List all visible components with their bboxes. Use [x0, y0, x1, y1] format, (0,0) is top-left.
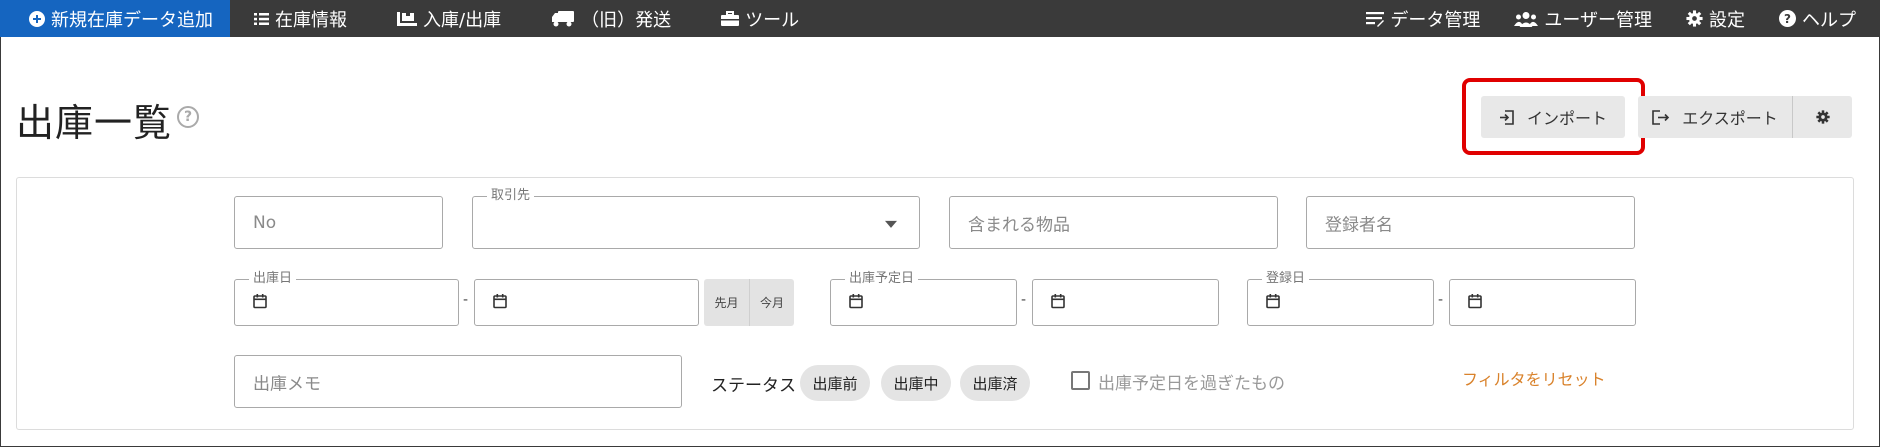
items-input[interactable]: 含まれる物品	[949, 196, 1278, 249]
registered-date-from[interactable]: 登録日	[1247, 271, 1434, 326]
status-chip-in-progress[interactable]: 出庫中	[881, 365, 951, 401]
overdue-label: 出庫予定日を過ぎたもの	[1098, 374, 1285, 394]
calendar-icon	[253, 293, 267, 312]
help-icon-glyph: ?	[183, 109, 193, 125]
ship-date-label: 出庫日	[249, 271, 297, 287]
scheduled-date-separator: -	[1021, 292, 1027, 308]
last-month-button[interactable]: 先月	[704, 279, 749, 326]
nav-new-item-label: 新規在庫データ追加	[51, 9, 213, 31]
nav-old-shipping-label: （旧）発送	[581, 9, 672, 31]
nav-data-mgmt[interactable]: データ管理	[1366, 0, 1480, 37]
export-button-group: エクスポート	[1638, 96, 1852, 138]
nav-user-mgmt-label: ユーザー管理	[1544, 9, 1652, 31]
scheduled-date-from[interactable]: 出庫予定日	[830, 271, 1017, 326]
registered-date-to[interactable]	[1449, 279, 1636, 326]
status-chip-before[interactable]: 出庫前	[800, 365, 870, 401]
gear-icon	[1815, 110, 1830, 124]
nav-settings[interactable]: 設定	[1686, 0, 1745, 37]
calendar-icon	[1468, 293, 1482, 312]
reset-filter-link[interactable]: フィルタをリセット	[1462, 366, 1606, 390]
page-title: 出庫一覧	[16, 101, 173, 145]
plus-circle-icon	[29, 10, 45, 27]
ship-date-from[interactable]: 出庫日	[234, 271, 459, 326]
export-label: エクスポート	[1682, 109, 1778, 128]
registered-date-separator: -	[1438, 292, 1444, 308]
nav-settings-label: 設定	[1709, 9, 1745, 31]
calendar-icon	[849, 293, 863, 312]
this-month-button[interactable]: 今月	[749, 279, 794, 326]
ship-date-separator: -	[463, 292, 469, 308]
nav-help[interactable]: ? ヘルプ	[1779, 0, 1856, 37]
gear-icon	[1686, 10, 1703, 27]
memo-input[interactable]: 出庫メモ	[234, 355, 682, 408]
status-label: ステータス	[711, 376, 796, 396]
partner-select[interactable]: 取引先	[472, 188, 920, 249]
export-settings-button[interactable]	[1793, 96, 1852, 138]
scheduled-date-label: 出庫予定日	[845, 271, 919, 287]
month-shortcut-group: 先月 今月	[704, 279, 794, 326]
registrant-placeholder: 登録者名	[1325, 215, 1393, 235]
export-button[interactable]: エクスポート	[1638, 96, 1793, 138]
nav-tools-label: ツール	[745, 9, 800, 31]
nav-stock-info[interactable]: 在庫情報	[254, 0, 347, 37]
nav-stock-info-label: 在庫情報	[275, 9, 347, 31]
nav-tools[interactable]: ツール	[721, 0, 799, 37]
nav-right-group: データ管理 ユーザー管理 設定 ? ヘルプ	[1366, 0, 1880, 37]
truck-icon	[551, 10, 575, 27]
svg-text:?: ?	[1784, 12, 1791, 26]
nav-old-shipping[interactable]: （旧）発送	[551, 0, 671, 37]
ship-date-to[interactable]	[474, 279, 699, 326]
no-placeholder: No	[253, 212, 277, 233]
items-placeholder: 含まれる物品	[968, 215, 1070, 235]
no-input[interactable]: No	[234, 196, 443, 249]
overdue-checkbox[interactable]	[1071, 371, 1090, 390]
nav-data-mgmt-label: データ管理	[1390, 9, 1481, 31]
top-nav: 新規在庫データ追加 在庫情報 入庫/出庫 （旧）発送 ツール データ管理 ユーザ…	[0, 0, 1880, 37]
nav-in-out-label: 入庫/出庫	[423, 9, 502, 31]
nav-help-label: ヘルプ	[1802, 9, 1856, 31]
data-lines-icon	[1366, 11, 1385, 27]
calendar-icon	[1266, 293, 1280, 312]
nav-in-out[interactable]: 入庫/出庫	[397, 0, 501, 37]
dolly-icon	[397, 10, 417, 27]
help-icon[interactable]: ?	[177, 106, 199, 128]
partner-label: 取引先	[487, 188, 535, 204]
scheduled-date-to[interactable]	[1032, 279, 1219, 326]
users-icon	[1514, 11, 1539, 27]
calendar-icon	[493, 293, 507, 312]
toolbox-icon	[721, 10, 740, 27]
memo-placeholder: 出庫メモ	[253, 374, 321, 394]
registered-date-label: 登録日	[1262, 271, 1310, 287]
nav-new-item[interactable]: 新規在庫データ追加	[0, 0, 230, 37]
nav-user-mgmt[interactable]: ユーザー管理	[1514, 0, 1652, 37]
question-circle-icon: ?	[1779, 10, 1796, 27]
calendar-icon	[1051, 293, 1065, 312]
registrant-input[interactable]: 登録者名	[1306, 196, 1635, 249]
import-highlight-box	[1462, 78, 1645, 155]
chevron-down-icon	[885, 220, 897, 228]
status-chip-done[interactable]: 出庫済	[960, 365, 1030, 401]
list-icon	[254, 12, 269, 26]
export-icon	[1652, 109, 1670, 125]
